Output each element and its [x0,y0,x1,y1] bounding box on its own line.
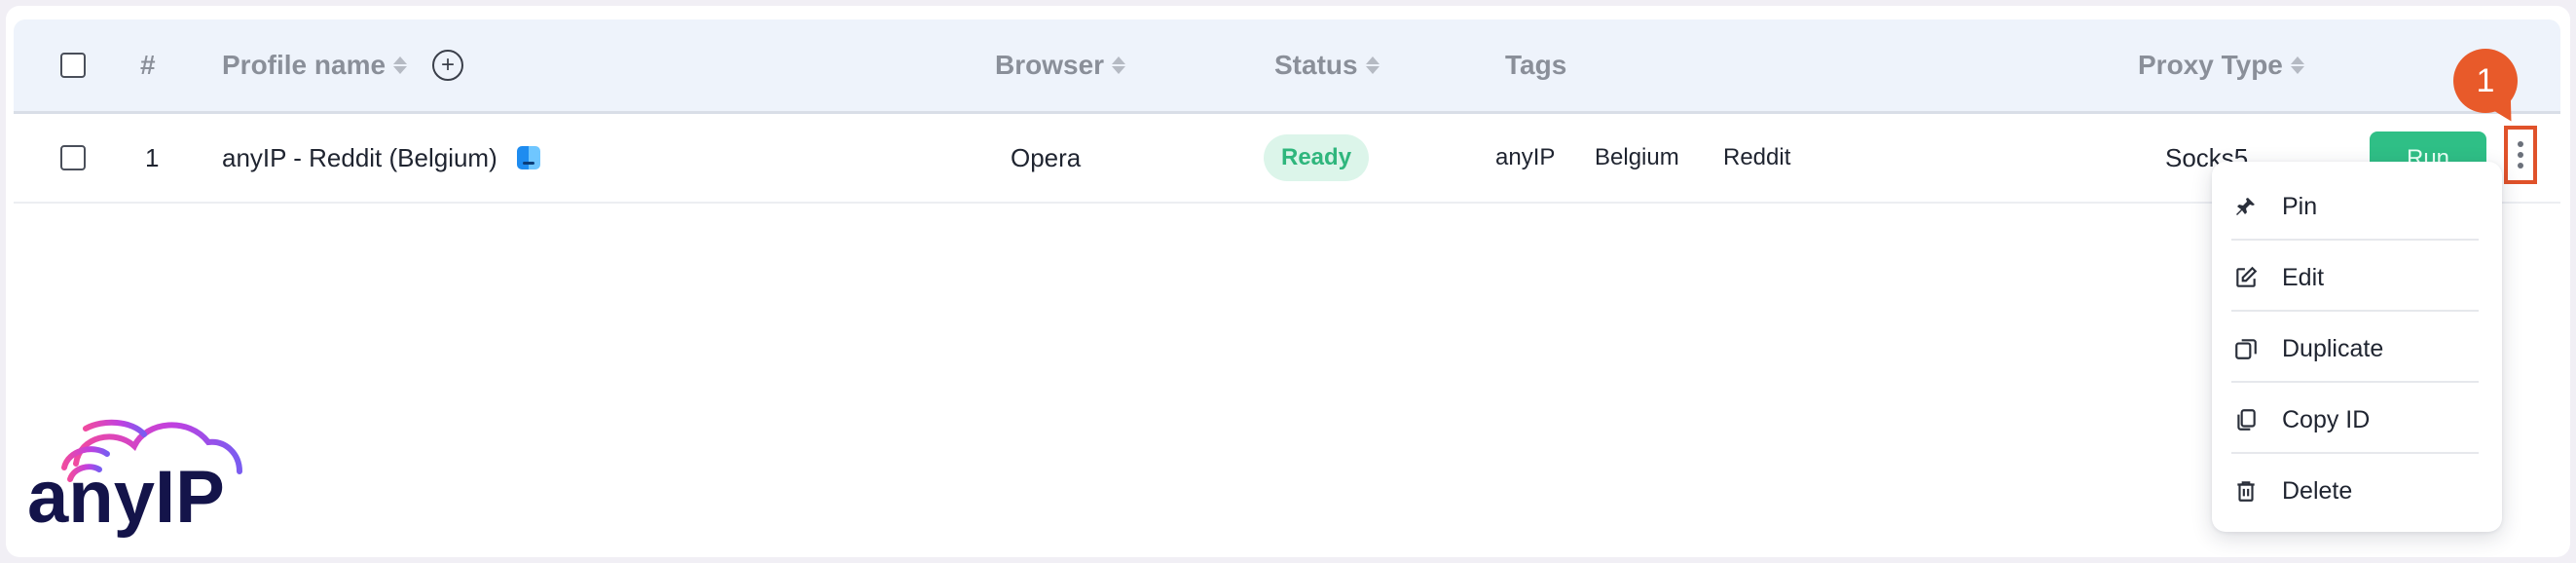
menu-item-label: Pin [2282,192,2318,220]
menu-item-label: Delete [2282,476,2353,505]
plus-circle-icon[interactable]: + [432,50,464,81]
menu-item-copy-id[interactable]: Copy ID [2231,385,2479,455]
header-tags: Tags [1505,50,1567,80]
header-browser[interactable]: Browser [995,19,1126,111]
status-badge: Ready [1264,134,1370,181]
menu-item-label: Edit [2282,263,2325,291]
finder-icon [516,146,540,169]
menu-item-duplicate[interactable]: Duplicate [2231,314,2479,384]
menu-item-edit[interactable]: Edit [2231,243,2479,313]
tag-chip: anyIP [1495,144,1556,170]
menu-divider [2231,310,2479,312]
logo-wordmark: anyIP [27,456,225,539]
anyip-logo: anyIP [25,407,249,544]
menu-divider [2231,381,2479,383]
sort-arrows-icon[interactable] [393,56,408,74]
menu-item-pin[interactable]: Pin [2231,171,2479,242]
menu-divider [2231,452,2479,454]
row-number: 1 [145,142,160,172]
header-number: # [140,50,156,80]
kebab-dot [2518,152,2523,158]
row-profile-name[interactable]: anyIP - Reddit (Belgium) [222,114,540,202]
tag-chip: Belgium [1595,144,1679,170]
menu-item-label: Copy ID [2282,405,2371,433]
tag-chip: Reddit [1723,144,1791,170]
more-options-button[interactable] [2504,126,2537,184]
copy-icon [2231,405,2261,434]
row-checkbox[interactable] [60,145,86,170]
header-profile-name[interactable]: Profile name + [222,19,464,111]
header-proxy-type[interactable]: Proxy Type [2138,19,2304,111]
pin-icon [2231,192,2261,221]
edit-icon [2231,263,2261,292]
header-profile-name-label: Profile name [222,50,386,80]
profile-name-text[interactable]: anyIP - Reddit (Belgium) [222,143,497,173]
header-status[interactable]: Status [1274,19,1380,111]
header-browser-label: Browser [995,50,1105,80]
sort-arrows-icon[interactable] [1112,56,1126,74]
sort-arrows-icon[interactable] [1365,56,1380,74]
step-callout: 1 [2453,49,2518,113]
header-select-all[interactable] [60,19,86,111]
menu-item-delete[interactable]: Delete [2231,456,2479,526]
kebab-dot [2518,163,2523,169]
table-row[interactable]: 1 anyIP - Reddit (Belgium) Opera Ready a… [14,114,2560,204]
row-context-menu: Pin Edit Duplicate Copy ID Delete [2212,162,2502,532]
row-select[interactable] [60,114,86,202]
duplicate-icon [2231,334,2261,363]
kebab-dot [2518,141,2523,147]
menu-divider [2231,239,2479,241]
sort-arrows-icon[interactable] [2290,56,2304,74]
trash-icon [2231,476,2261,506]
header-status-label: Status [1274,50,1358,80]
row-status: Ready [1264,114,1370,202]
table-header: # Profile name + Browser Status Tags Pro… [14,19,2560,114]
select-all-checkbox[interactable] [60,53,86,78]
header-proxy-type-label: Proxy Type [2138,50,2283,80]
row-browser: Opera [1011,142,1082,172]
menu-item-label: Duplicate [2282,334,2384,362]
